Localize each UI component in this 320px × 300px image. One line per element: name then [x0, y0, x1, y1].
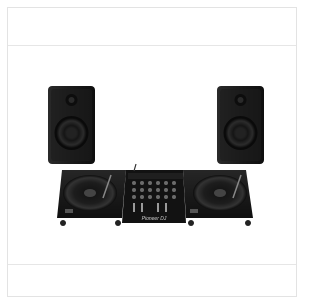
left-speaker — [48, 86, 95, 164]
product-image[interactable]: Pioneer DJ — [8, 8, 298, 298]
right-speaker — [217, 86, 264, 164]
right-turntable — [183, 170, 253, 226]
left-turntable — [57, 170, 126, 226]
product-card[interactable]: Pioneer DJ — [7, 7, 297, 297]
brand-label: Pioneer DJ — [142, 216, 167, 222]
mixer: Pioneer DJ — [122, 163, 186, 223]
